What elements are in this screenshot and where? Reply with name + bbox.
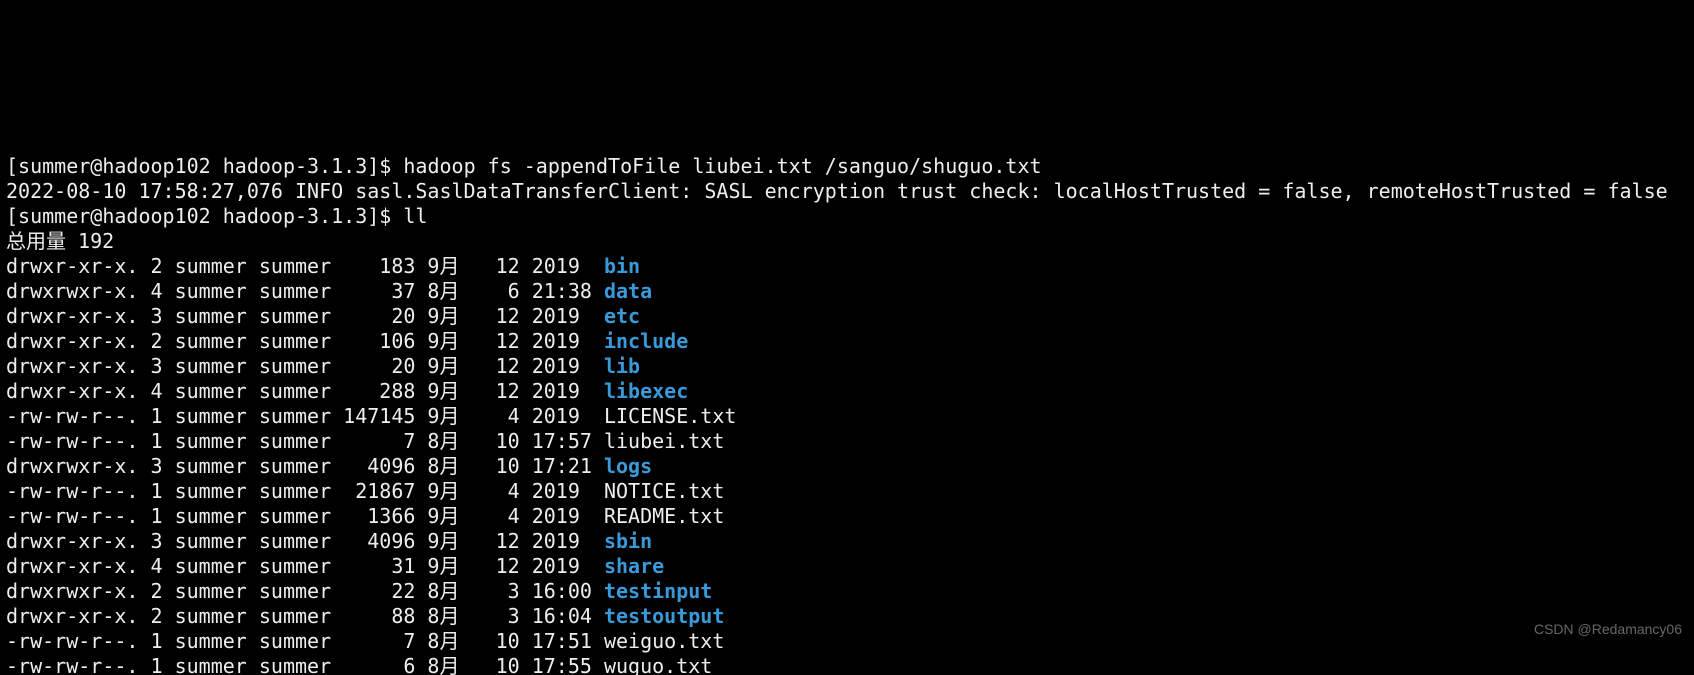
list-row: drwxr-xr-x. 3 summer summer 20 9月 12 201… xyxy=(6,304,640,328)
list-row: drwxr-xr-x. 2 summer summer 106 9月 12 20… xyxy=(6,329,688,353)
list-row: drwxrwxr-x. 4 summer summer 37 8月 6 21:3… xyxy=(6,279,652,303)
sasl-log-line: 2022-08-10 17:58:27,076 INFO sasl.SaslDa… xyxy=(6,179,1668,203)
file-name: bin xyxy=(604,254,640,278)
file-name: weiguo.txt xyxy=(604,629,724,653)
file-name: wuguo.txt xyxy=(604,654,712,675)
file-name: sbin xyxy=(604,529,652,553)
prompt: [summer@hadoop102 hadoop-3.1.3]$ xyxy=(6,154,403,178)
list-row: drwxr-xr-x. 4 summer summer 288 9月 12 20… xyxy=(6,379,688,403)
file-listing: drwxr-xr-x. 2 summer summer 183 9月 12 20… xyxy=(6,254,1688,675)
list-row: drwxrwxr-x. 3 summer summer 4096 8月 10 1… xyxy=(6,454,652,478)
list-row: drwxrwxr-x. 2 summer summer 22 8月 3 16:0… xyxy=(6,579,712,603)
watermark: CSDN @Redamancy06 xyxy=(1534,617,1682,642)
file-name: libexec xyxy=(604,379,688,403)
list-row: drwxr-xr-x. 4 summer summer 31 9月 12 201… xyxy=(6,554,664,578)
terminal-output[interactable]: [summer@hadoop102 hadoop-3.1.3]$ hadoop … xyxy=(0,125,1694,675)
list-row: -rw-rw-r--. 1 summer summer 147145 9月 4 … xyxy=(6,404,736,428)
file-name: README.txt xyxy=(604,504,724,528)
file-name: lib xyxy=(604,354,640,378)
total-line: 总用量 192 xyxy=(6,229,114,253)
command-hadoop-append: hadoop fs -appendToFile liubei.txt /sang… xyxy=(403,154,1041,178)
file-name: testoutput xyxy=(604,604,724,628)
file-name: include xyxy=(604,329,688,353)
file-name: data xyxy=(604,279,652,303)
list-row: drwxr-xr-x. 2 summer summer 88 8月 3 16:0… xyxy=(6,604,724,628)
prompt: [summer@hadoop102 hadoop-3.1.3]$ xyxy=(6,204,403,228)
list-row: -rw-rw-r--. 1 summer summer 21867 9月 4 2… xyxy=(6,479,724,503)
list-row: -rw-rw-r--. 1 summer summer 1366 9月 4 20… xyxy=(6,504,724,528)
file-name: share xyxy=(604,554,664,578)
list-row: drwxr-xr-x. 3 summer summer 20 9月 12 201… xyxy=(6,354,640,378)
file-name: testinput xyxy=(604,579,712,603)
command-ll: ll xyxy=(403,204,427,228)
file-name: etc xyxy=(604,304,640,328)
file-name: NOTICE.txt xyxy=(604,479,724,503)
file-name: LICENSE.txt xyxy=(604,404,736,428)
list-row: -rw-rw-r--. 1 summer summer 7 8月 10 17:5… xyxy=(6,629,724,653)
file-name: logs xyxy=(604,454,652,478)
list-row: drwxr-xr-x. 2 summer summer 183 9月 12 20… xyxy=(6,254,640,278)
file-name: liubei.txt xyxy=(604,429,724,453)
list-row: drwxr-xr-x. 3 summer summer 4096 9月 12 2… xyxy=(6,529,652,553)
list-row: -rw-rw-r--. 1 summer summer 7 8月 10 17:5… xyxy=(6,429,724,453)
list-row: -rw-rw-r--. 1 summer summer 6 8月 10 17:5… xyxy=(6,654,712,675)
